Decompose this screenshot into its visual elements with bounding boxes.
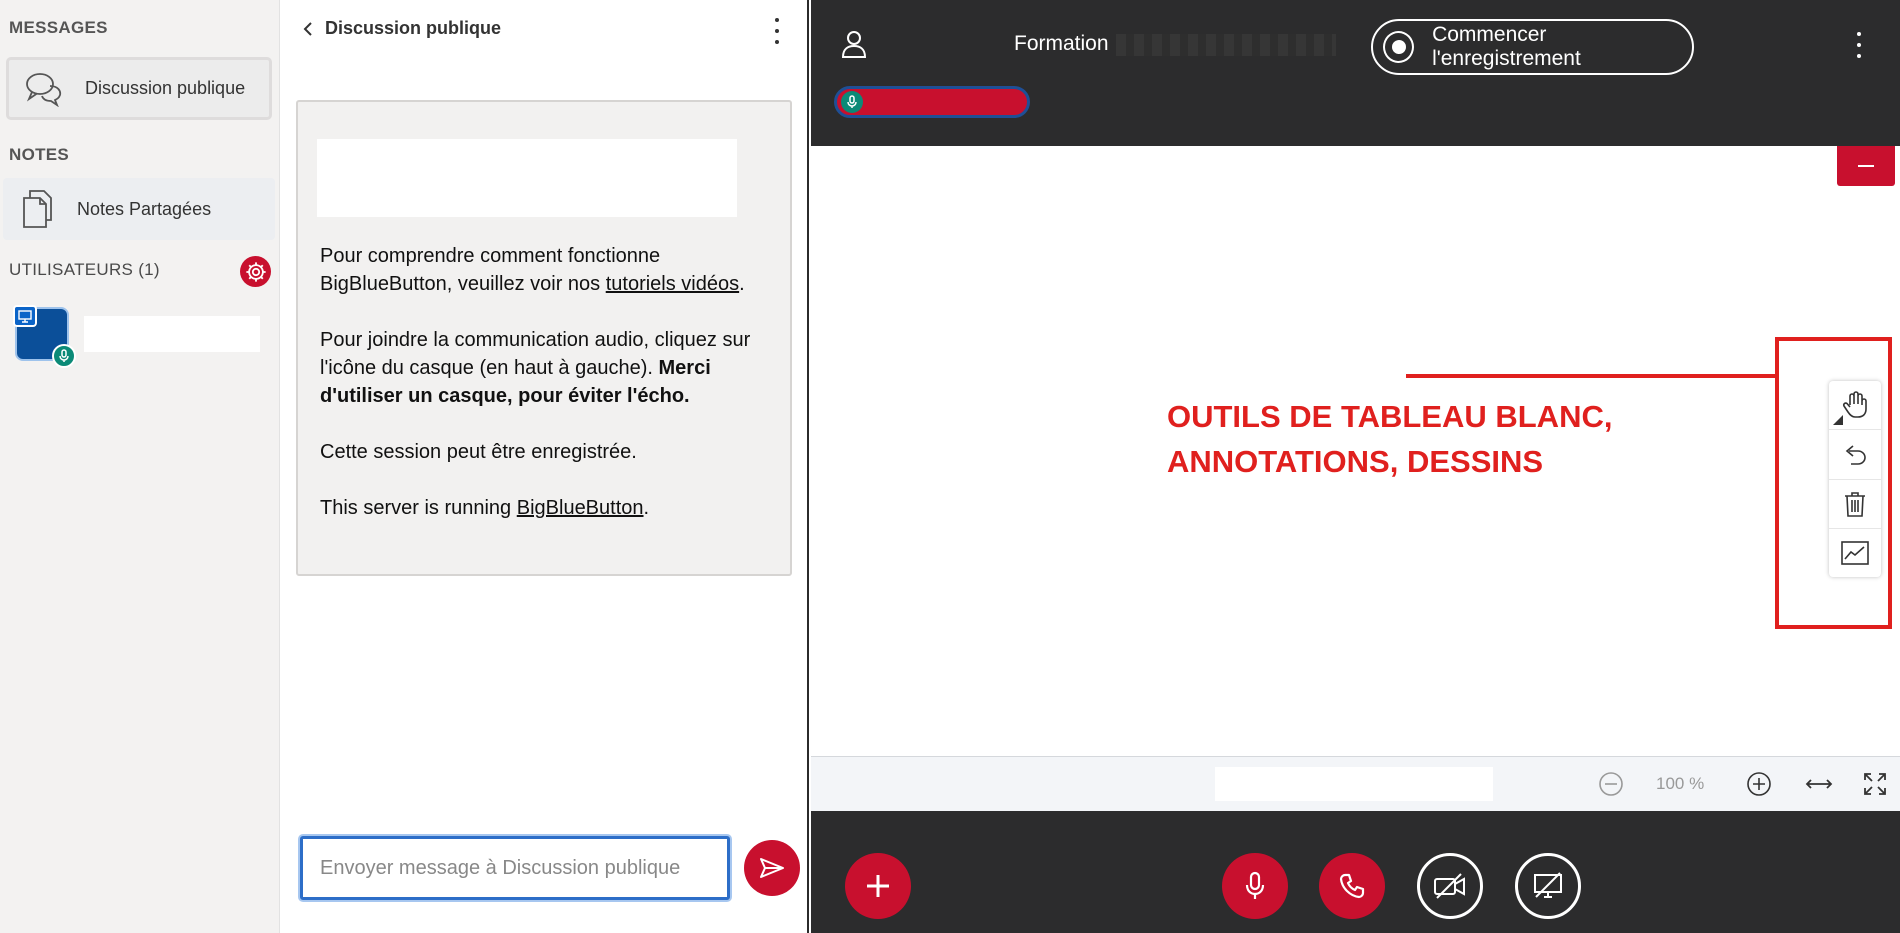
presentation-controls-bar: 100 % [811,756,1900,811]
gear-icon [245,261,266,282]
actions-menu-button[interactable] [845,853,911,919]
microphone-icon [1245,871,1265,899]
users-section-title: UTILISATEURS (1) [9,260,160,279]
annotation-line-1: OUTILS DE TABLEAU BLANC, [1167,399,1613,434]
whiteboard-toolbar [1829,381,1881,577]
user-list-item[interactable] [12,304,274,368]
dot [775,40,779,44]
minimize-presentation-button[interactable] [1837,146,1895,186]
dot [1857,43,1861,47]
meeting-title: Formation [1014,32,1109,55]
plus-icon [867,875,889,897]
share-webcam-button[interactable] [1417,853,1483,919]
document-copy-icon [3,189,71,229]
welcome-paragraph: Pour comprendre comment fonctionne BigBl… [320,242,780,298]
undo-button[interactable] [1829,430,1881,480]
text: . [739,273,745,295]
chat-title: Discussion publique [325,18,502,38]
dot [775,18,779,22]
dot [775,29,779,33]
welcome-text: Pour comprendre comment fonctionne BigBl… [320,242,780,550]
zoom-level: 100 % [1656,774,1705,793]
multi-user-whiteboard-button[interactable] [1829,529,1881,577]
welcome-title-redacted [317,139,737,217]
chat-options-button[interactable] [767,18,787,44]
presenter-badge [13,305,37,327]
options-menu-button[interactable] [1849,32,1869,58]
send-icon [760,858,784,878]
presentation-icon [18,309,32,323]
annotation-line-2: ANNOTATIONS, DESSINS [1167,444,1544,479]
trash-icon [1845,491,1865,517]
record-dot [1391,40,1406,54]
submenu-indicator [1833,415,1843,426]
share-screen-button[interactable] [1515,853,1581,919]
fit-width-icon [1805,779,1833,789]
dot [1857,54,1861,58]
welcome-message: Pour comprendre comment fonctionne BigBl… [296,100,792,576]
chevron-left-icon [303,21,312,36]
shared-notes-label: Notes Partagées [77,198,212,219]
clear-all-button[interactable] [1829,480,1881,529]
microphone-icon [841,91,863,113]
record-label: Commencer l'enregistrement [1432,23,1581,70]
tutorials-link[interactable]: tutoriels vidéos [606,273,739,295]
chat-message-input[interactable] [300,836,730,900]
welcome-paragraph: Pour joindre la communication audio, cli… [320,326,780,410]
fit-to-width-button[interactable] [1803,768,1835,800]
public-chat-label: Discussion publique [85,78,246,98]
presentation-whiteboard[interactable]: OUTILS DE TABLEAU BLANC, ANNOTATIONS, DE… [811,146,1900,756]
actions-bar [811,811,1900,933]
mic-status-badge [52,344,76,368]
microphone-icon [59,349,69,362]
left-sidebar: MESSAGES Discussion publique NOTES Notes… [0,0,280,933]
welcome-paragraph: Cette session peut être enregistrée. [320,441,637,463]
talking-indicator[interactable] [834,86,1030,118]
hand-icon [1842,391,1867,418]
zoom-in-button[interactable] [1743,768,1775,800]
notes-section-title: NOTES [9,145,70,164]
zoom-out-button[interactable] [1595,768,1627,800]
fullscreen-icon [1864,773,1886,795]
record-icon [1383,31,1415,63]
chat-back-button[interactable]: Discussion publique [303,18,501,39]
undo-icon [1845,445,1866,466]
screenshare-off-icon [1534,872,1562,898]
minus-icon [1858,165,1874,167]
text: . [643,497,650,519]
welcome-paragraph: This server is running BigBlueButton. [320,494,780,522]
dot [1857,32,1861,36]
bigbluebutton-link[interactable]: BigBlueButton [517,497,644,519]
slide-selector-redacted[interactable] [1215,767,1493,801]
annotation-label: OUTILS DE TABLEAU BLANC, ANNOTATIONS, DE… [1167,394,1612,484]
zoom-out-icon [1599,772,1623,796]
mute-button[interactable] [1222,853,1288,919]
users-settings-button[interactable] [240,256,271,287]
multi-user-whiteboard-icon [1841,541,1869,565]
send-message-button[interactable] [744,840,800,896]
chat-panel: Discussion publique Pour comprendre comm… [281,0,809,933]
main-area: Formation Commencer l'enregistrement OUT… [811,0,1900,933]
leave-audio-button[interactable] [1319,853,1385,919]
zoom-in-icon [1747,772,1771,796]
hand-tool-button[interactable] [1829,381,1881,431]
sidebar-item-shared-notes[interactable]: Notes Partagées [3,178,275,240]
start-recording-button[interactable]: Commencer l'enregistrement [1371,19,1694,75]
annotation-arrow-line [1406,374,1777,378]
messages-section-title: MESSAGES [9,18,108,37]
sidebar-item-public-chat[interactable]: Discussion publique [6,57,272,120]
meeting-title-redacted [1116,34,1336,56]
camera-off-icon [1434,873,1465,899]
fullscreen-button[interactable] [1859,768,1891,800]
user-icon[interactable] [841,30,867,63]
phone-icon [1339,873,1365,899]
user-name [84,316,260,352]
chat-bubbles-icon [9,71,79,107]
text: This server is running [320,497,517,519]
